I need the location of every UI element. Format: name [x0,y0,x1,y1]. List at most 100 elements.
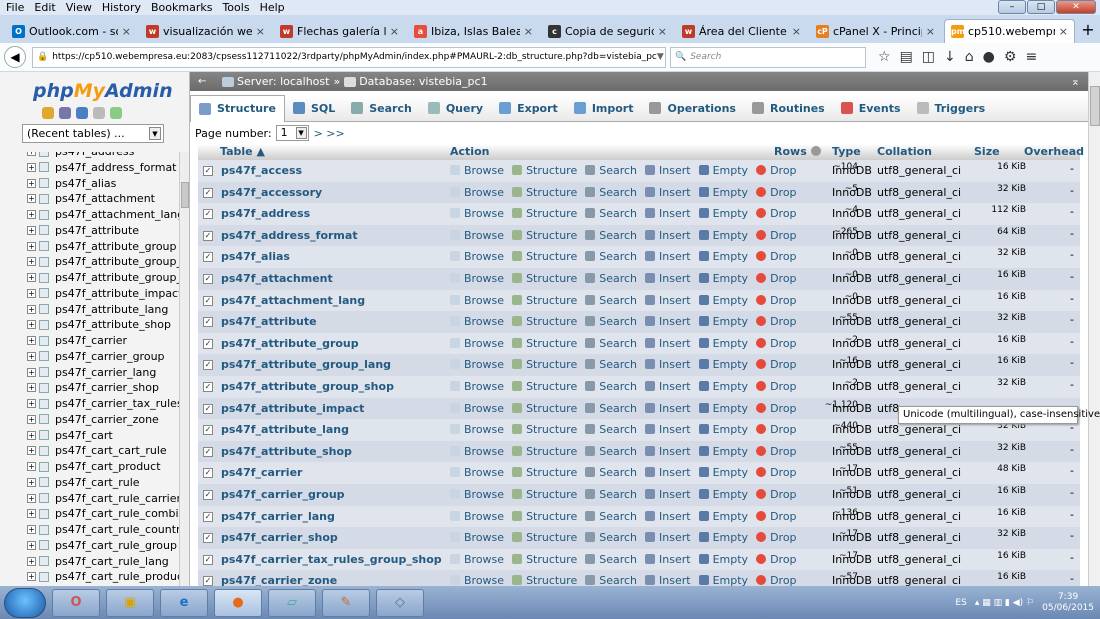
search-input[interactable]: 🔍 Search [670,46,866,68]
search-action[interactable]: Search [585,466,637,479]
expand-icon[interactable]: + [27,178,36,188]
empty-action[interactable]: Empty [698,574,748,586]
browse-action[interactable]: Browse [450,402,504,415]
taskbar-app-icon[interactable]: ◇ [376,588,424,617]
browse-action[interactable]: Browse [450,445,504,458]
table-name-link[interactable]: ps47f_attribute_impact [221,402,364,415]
expand-icon[interactable]: + [27,194,36,204]
structure-action[interactable]: Structure [512,186,577,199]
structure-action[interactable]: Structure [512,229,577,242]
tree-item[interactable]: + ps47f_cart_rule_carrier [27,491,180,506]
url-dropdown-icon[interactable]: ▼ C [657,52,665,62]
browse-action[interactable]: Browse [450,164,504,177]
empty-action[interactable]: Empty [698,164,748,177]
menu-bookmarks[interactable]: Bookmarks [151,1,212,14]
expand-icon[interactable]: + [27,399,36,408]
taskbar-ie-icon[interactable]: e [160,588,208,617]
search-action[interactable]: Search [585,488,637,501]
structure-action[interactable]: Structure [512,423,577,436]
tree-item[interactable]: + ps47f_attribute_group_lan [27,254,180,269]
expand-icon[interactable]: + [27,477,36,487]
insert-action[interactable]: Insert [645,294,691,307]
search-action[interactable]: Search [585,294,637,307]
empty-action[interactable]: Empty [698,229,748,242]
empty-action[interactable]: Empty [698,488,748,501]
menu-edit[interactable]: Edit [34,1,55,14]
expand-icon[interactable]: + [27,572,36,582]
empty-action[interactable]: Empty [698,553,748,566]
search-action[interactable]: Search [585,250,637,263]
insert-action[interactable]: Insert [645,272,691,285]
search-action[interactable]: Search [585,272,637,285]
back-button[interactable]: ◀ [4,46,26,68]
url-bar[interactable]: 🔒 https://cp510.webempresa.eu:2083/cpses… [32,46,666,68]
tab-query[interactable]: Query [420,95,491,122]
home-icon[interactable]: ⌂ [965,49,974,65]
browse-action[interactable]: Browse [450,186,504,199]
browse-action[interactable]: Browse [450,488,504,501]
taskbar-explorer-icon[interactable]: ▣ [106,588,154,617]
row-checkbox[interactable]: ✓ [203,576,213,586]
new-tab-button[interactable]: + [1078,19,1098,43]
structure-action[interactable]: Structure [512,358,577,371]
browse-action[interactable]: Browse [450,553,504,566]
breadcrumb-server[interactable]: Server: localhost [237,75,329,88]
empty-action[interactable]: Empty [698,186,748,199]
search-action[interactable]: Search [585,207,637,220]
insert-action[interactable]: Insert [645,488,691,501]
row-checkbox[interactable]: ✓ [203,209,213,220]
tree-item[interactable]: + ps47f_attribute [27,223,139,238]
tree-item[interactable]: + ps47f_alias [27,176,116,191]
language-indicator[interactable]: ES [955,598,966,608]
search-action[interactable]: Search [585,337,637,350]
tree-item[interactable]: + ps47f_attribute_impact [27,286,180,301]
taskbar-outlook-icon[interactable]: O [52,588,100,617]
insert-action[interactable]: Insert [645,380,691,393]
browse-action[interactable]: Browse [450,315,504,328]
empty-action[interactable]: Empty [698,402,748,415]
tab-close-icon[interactable]: × [390,25,399,38]
row-checkbox[interactable]: ✓ [203,490,213,500]
browse-action[interactable]: Browse [450,250,504,263]
expand-icon[interactable]: + [27,367,36,377]
expand-icon[interactable]: + [27,414,36,424]
expand-icon[interactable]: + [27,162,36,172]
sidebar-scrollbar[interactable] [179,152,189,586]
browse-action[interactable]: Browse [450,510,504,523]
insert-action[interactable]: Insert [645,402,691,415]
expand-icon[interactable]: + [27,351,36,361]
empty-action[interactable]: Empty [698,358,748,371]
search-action[interactable]: Search [585,164,637,177]
row-checkbox[interactable]: ✓ [203,338,213,349]
structure-action[interactable]: Structure [512,531,577,544]
menu-tools[interactable]: Tools [222,1,249,14]
row-checkbox[interactable]: ✓ [203,382,213,392]
tree-item[interactable]: + ps47f_cart_product [27,459,161,474]
tab-sql[interactable]: SQL [285,95,343,122]
expand-icon[interactable]: + [27,225,36,235]
browse-action[interactable]: Browse [450,531,504,544]
table-name-link[interactable]: ps47f_attribute_group_shop [221,380,394,393]
table-name-link[interactable]: ps47f_carrier_shop [221,531,338,544]
table-name-link[interactable]: ps47f_address [221,207,310,220]
col-size[interactable]: Size [974,145,1000,158]
insert-action[interactable]: Insert [645,229,691,242]
table-name-link[interactable]: ps47f_carrier_tax_rules_group_shop [221,553,442,566]
docs-icon[interactable] [93,107,105,119]
pocket-icon[interactable]: ◫ [922,49,935,65]
row-checkbox[interactable]: ✓ [203,187,213,198]
col-table[interactable]: Table ▲ [220,145,265,158]
structure-action[interactable]: Structure [512,574,577,586]
browse-action[interactable]: Browse [450,358,504,371]
tab-operations[interactable]: Operations [641,95,744,122]
insert-action[interactable]: Insert [645,423,691,436]
menu-history[interactable]: History [102,1,141,14]
tab-export[interactable]: Export [491,95,566,122]
tab-1[interactable]: w visualización web ... × [140,19,271,43]
table-name-link[interactable]: ps47f_carrier [221,466,302,479]
table-name-link[interactable]: ps47f_access [221,164,302,177]
tree-item[interactable]: + ps47f_attachment [27,191,155,206]
empty-action[interactable]: Empty [698,380,748,393]
structure-action[interactable]: Structure [512,466,577,479]
browse-action[interactable]: Browse [450,207,504,220]
